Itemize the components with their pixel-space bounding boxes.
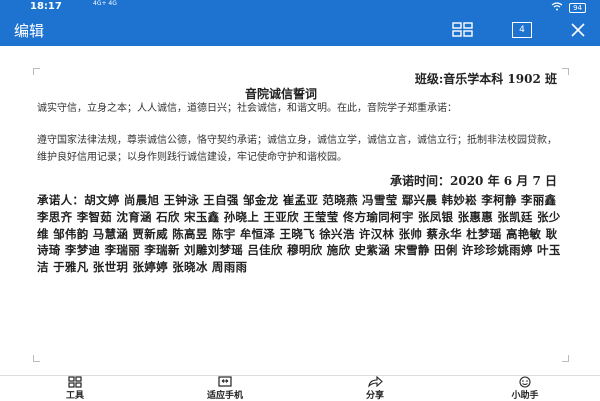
share-icon bbox=[367, 376, 383, 388]
wifi-icon bbox=[551, 2, 563, 14]
edit-title[interactable]: 编辑 bbox=[14, 20, 44, 41]
tab-share-label: 分享 bbox=[365, 391, 384, 401]
crop-corner bbox=[33, 68, 40, 75]
status-bar: 18:17 4G+ 4G 94 bbox=[0, 0, 600, 14]
tab-fit-phone-label: 适应手机 bbox=[206, 391, 243, 401]
assistant-icon bbox=[518, 376, 532, 388]
grid-view-icon[interactable] bbox=[452, 22, 474, 38]
battery-indicator: 94 bbox=[569, 3, 586, 13]
tab-fit-phone[interactable]: 适应手机 bbox=[150, 376, 300, 401]
tab-assistant[interactable]: 小助手 bbox=[450, 376, 600, 401]
crop-corner bbox=[562, 355, 569, 362]
app-bar: 编辑 4 bbox=[0, 14, 600, 46]
crop-corner bbox=[33, 355, 40, 362]
tools-grid-icon bbox=[68, 376, 82, 388]
pledge-date: 承诺时间：2020 年 6 月 7 日 bbox=[390, 174, 557, 188]
class-line: 班级:音乐学本科 1902 班 bbox=[414, 72, 557, 86]
paragraph-intro: 诚实守信，立身之本；人人诚信，道德日兴；社会诚信，和谐文明。在此，音院学子郑重承… bbox=[37, 103, 457, 114]
fit-screen-icon bbox=[217, 376, 233, 388]
status-time: 18:17 bbox=[30, 1, 62, 12]
network-indicator: 4G+ 4G bbox=[93, 0, 117, 7]
crop-corner bbox=[562, 68, 569, 75]
document-page: 班级:音乐学本科 1902 班 音院诚信誓词 诚实守信，立身之本；人人诚信，道德… bbox=[25, 60, 577, 370]
signers-list: 承诺人：胡文婷 尚晨旭 王钟泳 王自强 邹金龙 崔孟亚 范晓燕 冯雪莹 鄢兴晨 … bbox=[37, 193, 561, 275]
tab-tools-label: 工具 bbox=[65, 391, 84, 401]
page-count-badge: 4 bbox=[512, 22, 532, 38]
page-count-button[interactable]: 4 bbox=[512, 22, 532, 38]
bottom-nav: 工具 适应手机 分享 小助手 bbox=[0, 375, 600, 401]
close-icon[interactable] bbox=[570, 22, 586, 38]
tab-assistant-label: 小助手 bbox=[511, 391, 539, 401]
tab-tools[interactable]: 工具 bbox=[0, 376, 150, 401]
tab-share[interactable]: 分享 bbox=[300, 376, 450, 401]
paragraph-pledge: 遵守国家法律法规，尊崇诚信公德，恪守契约承诺；诚信立身，诚信立学，诚信立言，诚信… bbox=[37, 135, 557, 163]
